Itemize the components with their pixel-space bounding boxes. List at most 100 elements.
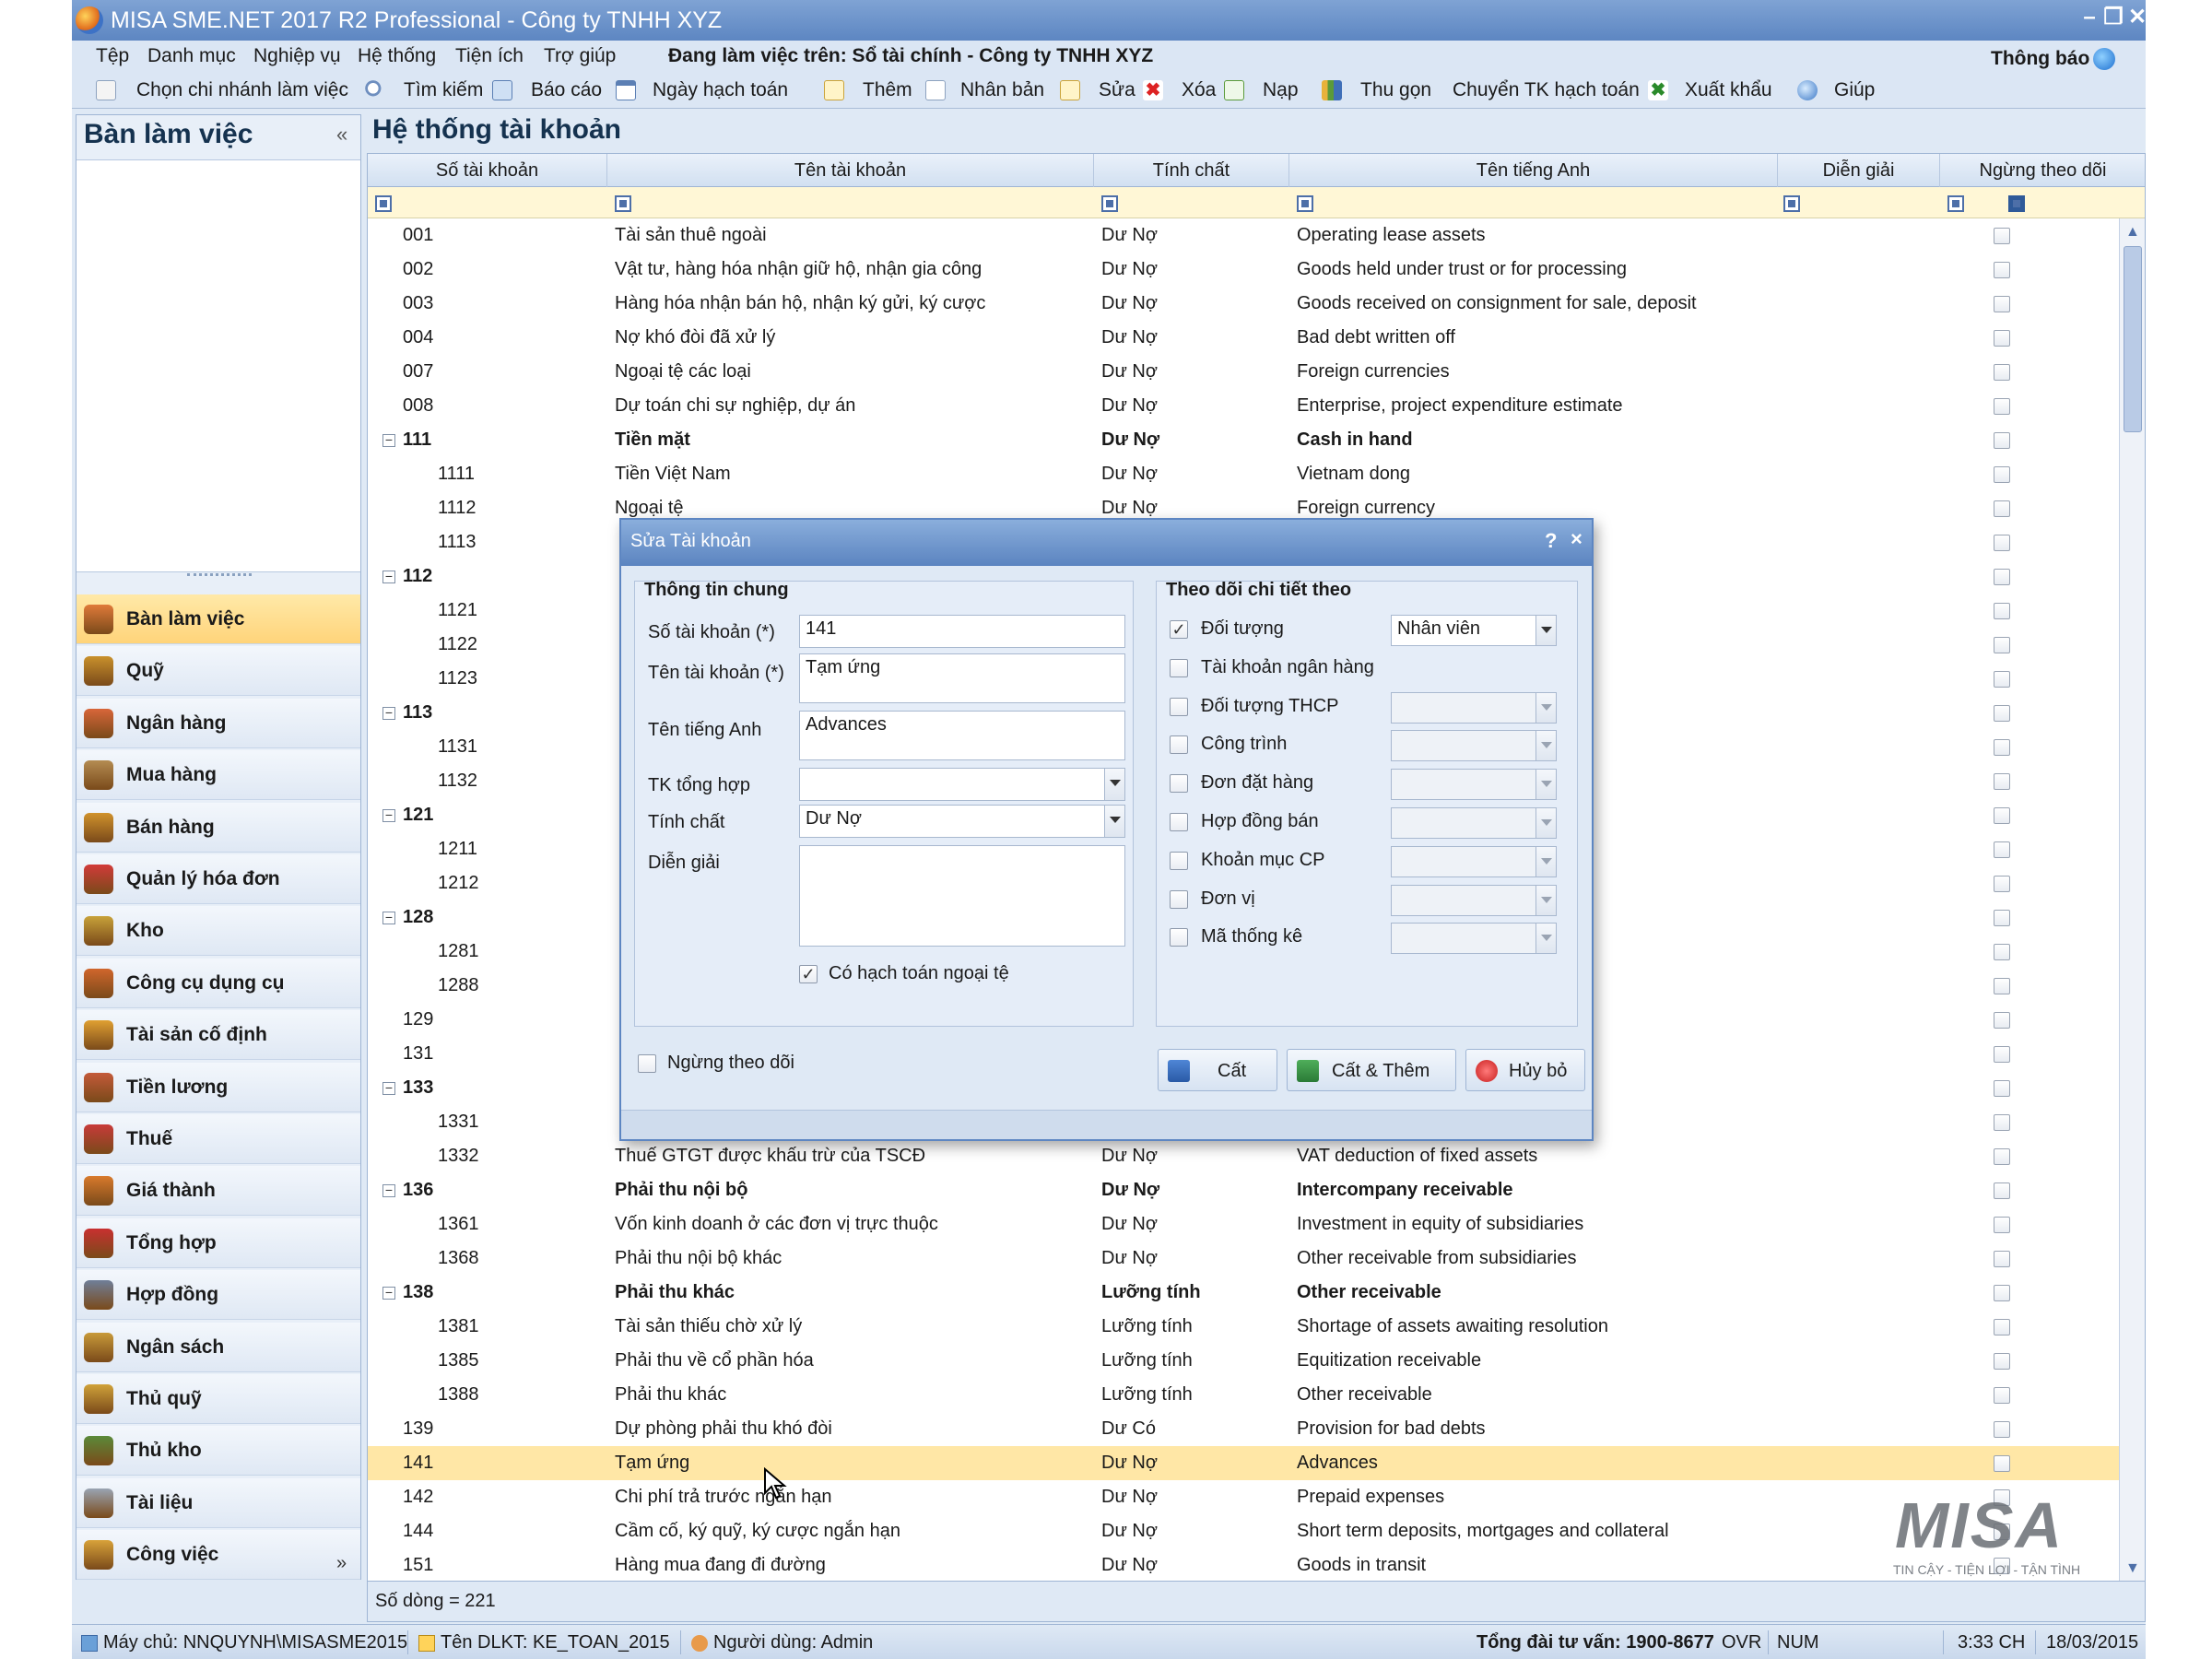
- nav-item[interactable]: Kho: [76, 906, 360, 957]
- menu-utilities[interactable]: Tiện ích: [455, 41, 524, 72]
- tracking-select[interactable]: [1391, 807, 1557, 839]
- nav-item[interactable]: Mua hàng: [76, 750, 360, 801]
- stop-tracking-cell-checkbox[interactable]: [1994, 978, 2010, 994]
- stop-tracking-cell-checkbox[interactable]: [1994, 296, 2010, 312]
- nav-item[interactable]: Quỹ: [76, 646, 360, 697]
- column-header-english-name[interactable]: Tên tiếng Anh: [1289, 154, 1778, 187]
- table-row[interactable]: 003 Hàng hóa nhận bán hộ, nhận ký gửi, ký…: [368, 287, 2119, 321]
- table-row[interactable]: −138 Phải thu khác Lưỡng tính Other receiva…: [368, 1276, 2119, 1310]
- tracking-checkbox[interactable]: [1170, 851, 1188, 870]
- menu-help[interactable]: Trợ giúp: [544, 41, 616, 72]
- filter-icon[interactable]: [375, 195, 392, 212]
- stop-tracking-cell-checkbox[interactable]: [1994, 364, 2010, 381]
- table-row[interactable]: 001 Tài sản thuê ngoài Dư Nợ Operating leas…: [368, 218, 2119, 253]
- stop-tracking-cell-checkbox[interactable]: [1994, 1217, 2010, 1233]
- tracking-checkbox[interactable]: [1170, 697, 1188, 716]
- toolbar-add[interactable]: Thêm: [863, 72, 912, 109]
- table-row[interactable]: 008 Dự toán chi sự nghiệp, dự án Dư Nợ Ente…: [368, 389, 2119, 423]
- more-nav-icon[interactable]: »: [336, 1553, 347, 1574]
- toolbar-report[interactable]: Báo cáo: [531, 72, 602, 109]
- stop-tracking-cell-checkbox[interactable]: [1994, 228, 2010, 244]
- collapse-group-icon[interactable]: −: [382, 433, 395, 447]
- chevron-down-icon[interactable]: [1535, 808, 1556, 838]
- table-row[interactable]: 151 Hàng mua đang đi đường Dư Nợ Goods in t…: [368, 1548, 2119, 1581]
- tracking-select[interactable]: [1391, 730, 1557, 762]
- stop-tracking-cell-checkbox[interactable]: [1994, 330, 2010, 347]
- menu-operations[interactable]: Nghiệp vụ: [253, 41, 341, 72]
- tracking-select[interactable]: [1391, 845, 1557, 877]
- toolbar-delete[interactable]: Xóa: [1182, 72, 1216, 109]
- description-textarea[interactable]: [799, 845, 1125, 947]
- table-row[interactable]: 1332 Thuế GTGT được khấu trừ của TSCĐ Dư N…: [368, 1139, 2119, 1173]
- column-header-stop-tracking[interactable]: Ngừng theo dõi: [1940, 154, 2145, 187]
- stop-tracking-cell-checkbox[interactable]: [1994, 739, 2010, 756]
- collapse-group-icon[interactable]: −: [382, 1081, 395, 1095]
- stop-tracking-checkbox[interactable]: [638, 1054, 656, 1073]
- chevron-down-icon[interactable]: [1535, 770, 1556, 800]
- filter-icon[interactable]: [1783, 195, 1800, 212]
- menu-catalog[interactable]: Danh mục: [147, 41, 236, 72]
- table-row[interactable]: 139 Dự phòng phải thu khó đòi Dư Có Provisi…: [368, 1412, 2119, 1446]
- nav-item[interactable]: Thủ quỹ: [76, 1374, 360, 1424]
- save-and-add-button[interactable]: Cất & Thêm: [1287, 1049, 1456, 1091]
- stop-tracking-cell-checkbox[interactable]: [1994, 1387, 2010, 1404]
- account-no-input[interactable]: 141: [799, 615, 1125, 648]
- chevron-down-icon[interactable]: [1104, 769, 1124, 800]
- dialog-help-icon[interactable]: ?: [1545, 529, 1557, 553]
- stop-tracking-cell-checkbox[interactable]: [1994, 603, 2010, 619]
- chevron-down-icon[interactable]: [1535, 885, 1556, 915]
- tracking-checkbox[interactable]: [1170, 928, 1188, 947]
- stop-tracking-cell-checkbox[interactable]: [1994, 671, 2010, 688]
- stop-tracking-cell-checkbox[interactable]: [1994, 807, 2010, 824]
- stop-tracking-cell-checkbox[interactable]: [1994, 773, 2010, 790]
- filter-icon[interactable]: [1297, 195, 1313, 212]
- nav-item[interactable]: Thủ kho: [76, 1426, 360, 1477]
- vertical-scrollbar[interactable]: ▲ ▼: [2119, 218, 2145, 1581]
- stop-tracking-cell-checkbox[interactable]: [1994, 1012, 2010, 1029]
- nav-item[interactable]: Tài liệu: [76, 1477, 360, 1528]
- stop-tracking-cell-checkbox[interactable]: [1994, 569, 2010, 585]
- stop-tracking-cell-checkbox[interactable]: [1994, 1285, 2010, 1301]
- stop-tracking-cell-checkbox[interactable]: [1994, 876, 2010, 892]
- filter-icon[interactable]: [615, 195, 631, 212]
- tracking-select[interactable]: [1391, 691, 1557, 724]
- toolbar-export[interactable]: Xuất khẩu: [1685, 72, 1772, 109]
- chevron-down-icon[interactable]: [1535, 846, 1556, 877]
- tracking-checkbox[interactable]: [1170, 735, 1188, 755]
- stop-tracking-cell-checkbox[interactable]: [1994, 466, 2010, 483]
- stop-tracking-cell-checkbox[interactable]: [1994, 432, 2010, 449]
- stop-tracking-cell-checkbox[interactable]: [1994, 1455, 2010, 1472]
- filter-checkbox-icon[interactable]: [2008, 195, 2025, 212]
- menu-file[interactable]: Tệp: [96, 41, 129, 72]
- toolbar-edit[interactable]: Sửa: [1099, 72, 1135, 109]
- stop-tracking-cell-checkbox[interactable]: [1994, 398, 2010, 415]
- nature-select[interactable]: Dư Nợ: [799, 805, 1125, 838]
- stop-tracking-cell-checkbox[interactable]: [1994, 910, 2010, 926]
- table-row[interactable]: 1388 Phải thu khác Lưỡng tính Other receiva…: [368, 1378, 2119, 1412]
- table-row[interactable]: 142 Chi phí trả trước ngắn hạn Dư Nợ Prepai…: [368, 1480, 2119, 1514]
- chevron-down-icon[interactable]: [1104, 806, 1124, 837]
- stop-tracking-cell-checkbox[interactable]: [1994, 1421, 2010, 1438]
- collapse-group-icon[interactable]: −: [382, 911, 395, 924]
- tracking-checkbox[interactable]: [1170, 813, 1188, 831]
- stop-tracking-cell-checkbox[interactable]: [1994, 705, 2010, 722]
- toolbar-duplicate[interactable]: Nhân bản: [960, 72, 1044, 109]
- stop-tracking-cell-checkbox[interactable]: [1994, 1114, 2010, 1131]
- stop-tracking-cell-checkbox[interactable]: [1994, 1251, 2010, 1267]
- chevron-down-icon[interactable]: [1535, 692, 1556, 723]
- nav-item[interactable]: Tài sản cố định: [76, 1010, 360, 1061]
- tracking-checkbox[interactable]: [1170, 658, 1188, 677]
- scroll-thumb[interactable]: [2124, 246, 2142, 432]
- stop-tracking-cell-checkbox[interactable]: [1994, 1182, 2010, 1199]
- nav-item[interactable]: Bán hàng: [76, 802, 360, 853]
- menu-system[interactable]: Hệ thống: [358, 41, 436, 72]
- tracking-checkbox[interactable]: [1170, 889, 1188, 909]
- toolbar-help[interactable]: Giúp: [1834, 72, 1875, 109]
- table-row[interactable]: −111 Tiền mặt Dư Nợ Cash in hand: [368, 423, 2119, 457]
- column-header-account-name[interactable]: Tên tài khoản: [607, 154, 1094, 187]
- column-header-nature[interactable]: Tính chất: [1094, 154, 1289, 187]
- collapse-group-icon[interactable]: −: [382, 808, 395, 822]
- chevron-down-icon[interactable]: [1535, 616, 1556, 645]
- collapse-group-icon[interactable]: −: [382, 706, 395, 720]
- tracking-select[interactable]: [1391, 884, 1557, 916]
